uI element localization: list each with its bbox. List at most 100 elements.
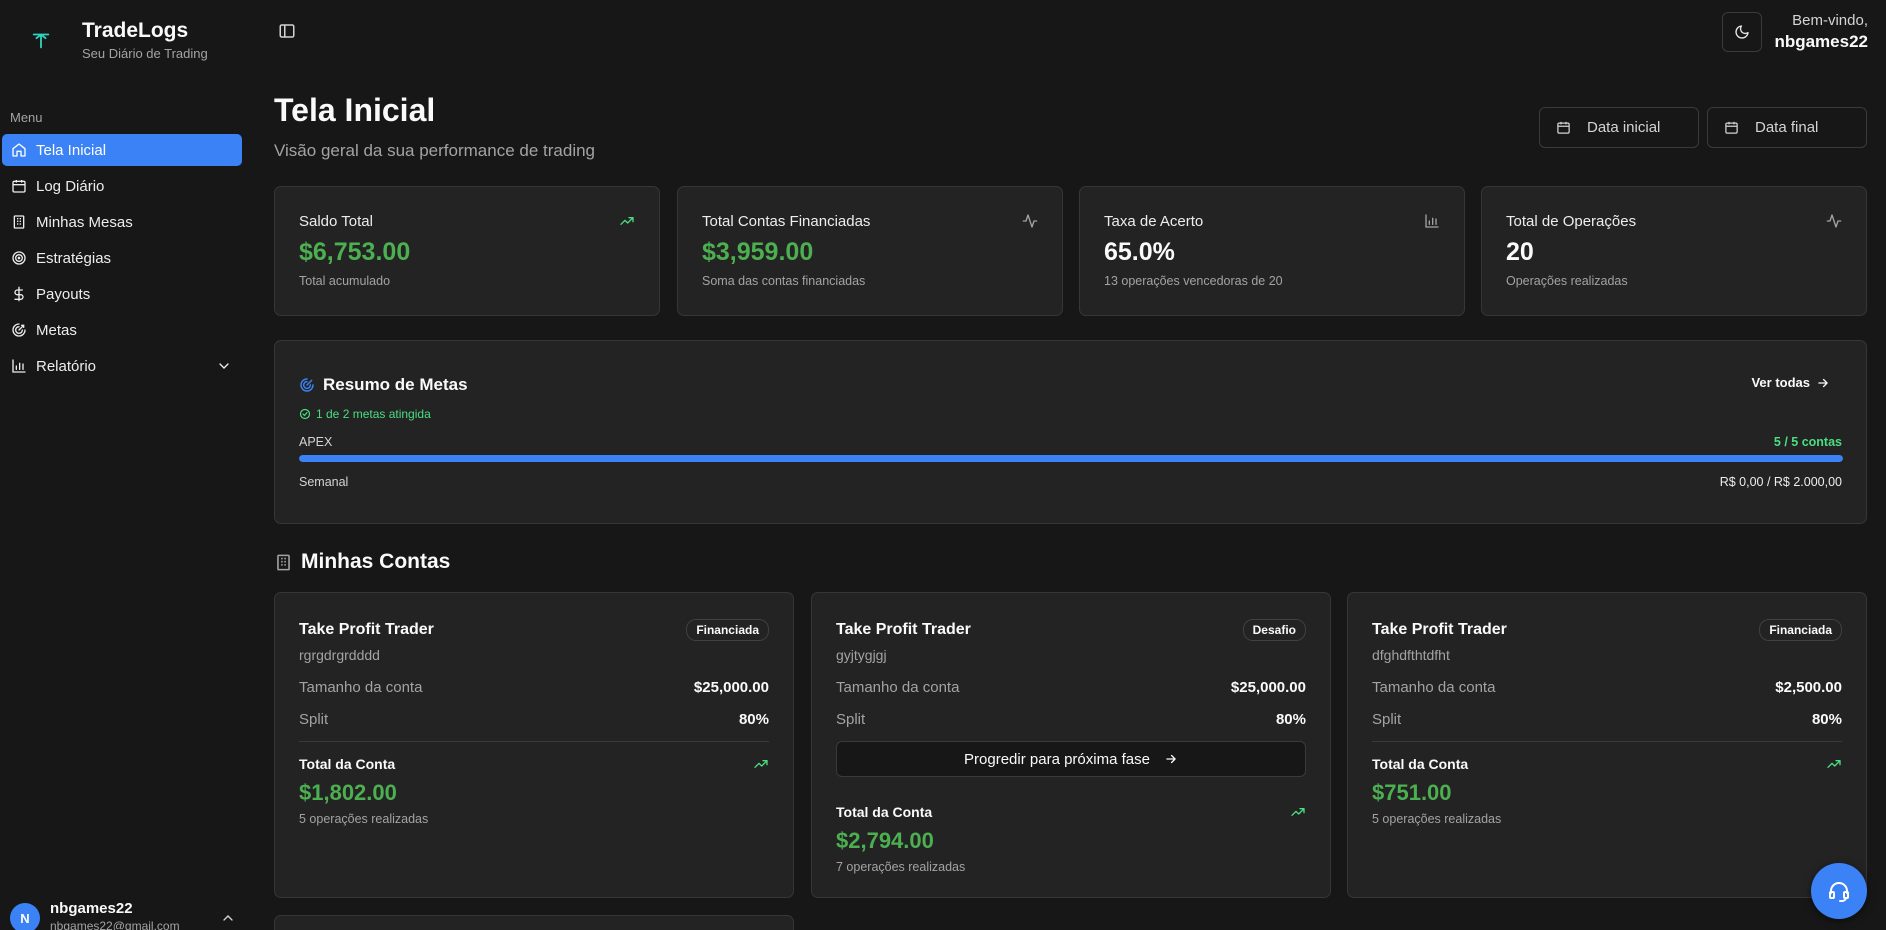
account-total-label: Total da Conta — [1372, 756, 1469, 772]
goal-icon — [12, 323, 26, 337]
account-size-value: $2,500.00 — [1775, 679, 1842, 696]
sidebar-item-tela-inicial[interactable]: Tela Inicial — [2, 134, 242, 166]
goals-title-text: Resumo de Metas — [323, 375, 468, 394]
building-icon — [277, 554, 290, 570]
stat-label: Saldo Total — [299, 213, 373, 230]
bar-chart-icon — [1425, 214, 1439, 228]
account-card-partial — [274, 915, 794, 930]
account-size-value: $25,000.00 — [1230, 679, 1306, 696]
account-ops: 5 operações realizadas — [1372, 812, 1502, 826]
theme-toggle-button[interactable] — [1722, 12, 1762, 52]
account-status-badge: Financiada — [1759, 619, 1842, 641]
sidebar-item-payouts[interactable]: Payouts — [2, 278, 242, 310]
date-end-button[interactable]: Data final — [1707, 107, 1867, 148]
account-ops: 7 operações realizadas — [836, 860, 966, 874]
goals-summary-card: Resumo de Metas Ver todas 1 de 2 metas a… — [274, 340, 1867, 524]
headset-icon — [1829, 882, 1849, 902]
goal-period: Semanal — [299, 475, 349, 489]
date-start-label: Data inicial — [1587, 119, 1661, 136]
account-split-label: Split — [299, 711, 329, 728]
stat-value: $3,959.00 — [702, 238, 814, 266]
account-card[interactable]: Take Profit Trader Financiada dfghdfthtd… — [1347, 592, 1867, 898]
account-size-row: Tamanho da conta $2,500.00 — [1372, 679, 1842, 696]
see-all-goals-link[interactable]: Ver todas — [1751, 375, 1830, 390]
support-button[interactable] — [1811, 863, 1867, 919]
account-id: rgrgdrgrdddd — [299, 647, 380, 663]
menu-label: Menu — [10, 110, 43, 125]
page-title: Tela Inicial — [274, 92, 436, 128]
account-firm: Take Profit Trader — [1372, 621, 1507, 638]
stat-label: Total Contas Financiadas — [702, 213, 871, 230]
sidebar-item-relatorio[interactable]: Relatório — [2, 350, 242, 382]
account-split-value: 80% — [1275, 711, 1306, 728]
account-card[interactable]: Take Profit Trader Financiada rgrgdrgrdd… — [274, 592, 794, 898]
sidebar-item-log-diario[interactable]: Log Diário — [2, 170, 242, 202]
user-name: nbgames22 — [50, 900, 133, 917]
account-card[interactable]: Take Profit Trader Desafio gyjtygjgj Tam… — [811, 592, 1331, 898]
sidebar: TradeLogs Seu Diário de Trading Menu Tel… — [0, 0, 245, 930]
sidebar-item-label: Log Diário — [36, 177, 105, 195]
bar-chart-icon — [12, 359, 26, 373]
arrow-right-icon — [1818, 378, 1828, 387]
stat-note: Total acumulado — [299, 274, 391, 288]
account-split-row: Split 80% — [836, 711, 1306, 728]
account-total-value: $751.00 — [1372, 780, 1452, 805]
stat-card-contas-financiadas: Total Contas Financiadas $3,959.00 Soma … — [677, 186, 1063, 316]
calendar-icon — [1725, 121, 1738, 134]
arrow-right-icon — [1166, 754, 1176, 764]
accounts-title-text: Minhas Contas — [301, 550, 451, 573]
account-size-label: Tamanho da conta — [1372, 679, 1496, 696]
account-size-row: Tamanho da conta $25,000.00 — [836, 679, 1306, 696]
brand-subtitle: Seu Diário de Trading — [82, 46, 208, 61]
trending-up-icon — [1291, 808, 1305, 816]
welcome-block: Bem-vindo, nbgames22 — [1774, 12, 1868, 52]
stat-note: Operações realizadas — [1506, 274, 1628, 288]
account-split-label: Split — [1372, 711, 1402, 728]
page-subtitle: Visão geral da sua performance de tradin… — [274, 141, 595, 160]
stat-note: 13 operações vencedoras de 20 — [1104, 274, 1283, 288]
account-size-value: $25,000.00 — [693, 679, 769, 696]
account-firm: Take Profit Trader — [836, 621, 971, 638]
account-total-value: $1,802.00 — [299, 780, 397, 805]
stat-value: $6,753.00 — [299, 238, 411, 266]
target-icon — [12, 251, 26, 265]
account-size-label: Tamanho da conta — [836, 679, 960, 696]
tradelogs-logo-icon — [24, 23, 58, 57]
goal-amount: R$ 0,00 / R$ 2.000,00 — [1719, 475, 1842, 489]
user-menu[interactable]: N nbgames22 nbgames22@gmail.com — [10, 900, 238, 930]
progress-phase-button[interactable]: Progredir para próxima fase — [836, 741, 1306, 777]
see-all-label: Ver todas — [1751, 375, 1810, 390]
sidebar-item-estrategias[interactable]: Estratégias — [2, 242, 242, 274]
panel-left-icon — [279, 24, 295, 38]
brand[interactable]: TradeLogs Seu Diário de Trading — [24, 18, 208, 61]
chevron-down-icon[interactable] — [216, 358, 232, 374]
account-split-label: Split — [836, 711, 866, 728]
dollar-icon — [14, 286, 24, 302]
sidebar-item-label: Relatório — [36, 357, 97, 375]
account-status-badge: Financiada — [686, 619, 769, 641]
account-firm: Take Profit Trader — [299, 621, 434, 638]
sidebar-toggle-button[interactable] — [278, 22, 298, 42]
date-start-button[interactable]: Data inicial — [1539, 107, 1699, 148]
moon-icon — [1735, 25, 1749, 39]
stat-label: Total de Operações — [1506, 213, 1637, 230]
building-icon — [13, 215, 25, 229]
account-total-label: Total da Conta — [299, 756, 396, 772]
sidebar-item-minhas-mesas[interactable]: Minhas Mesas — [2, 206, 242, 238]
calendar-icon — [1557, 121, 1570, 134]
sidebar-item-metas[interactable]: Metas — [2, 314, 242, 346]
trending-up-icon — [1827, 760, 1841, 768]
brand-name: TradeLogs — [82, 19, 189, 42]
account-split-value: 80% — [738, 711, 769, 728]
welcome-text: Bem-vindo, — [1792, 12, 1868, 29]
chevron-up-icon[interactable] — [220, 910, 236, 926]
account-status-badge: Desafio — [1242, 619, 1306, 641]
date-end-label: Data final — [1755, 119, 1819, 136]
divider — [1372, 741, 1842, 742]
account-size-row: Tamanho da conta $25,000.00 — [299, 679, 769, 696]
divider — [299, 741, 769, 742]
stat-value: 20 — [1506, 238, 1534, 266]
calendar-icon — [12, 180, 26, 193]
sidebar-item-label: Estratégias — [36, 249, 112, 267]
accounts-section-title: Minhas Contas — [274, 550, 450, 574]
